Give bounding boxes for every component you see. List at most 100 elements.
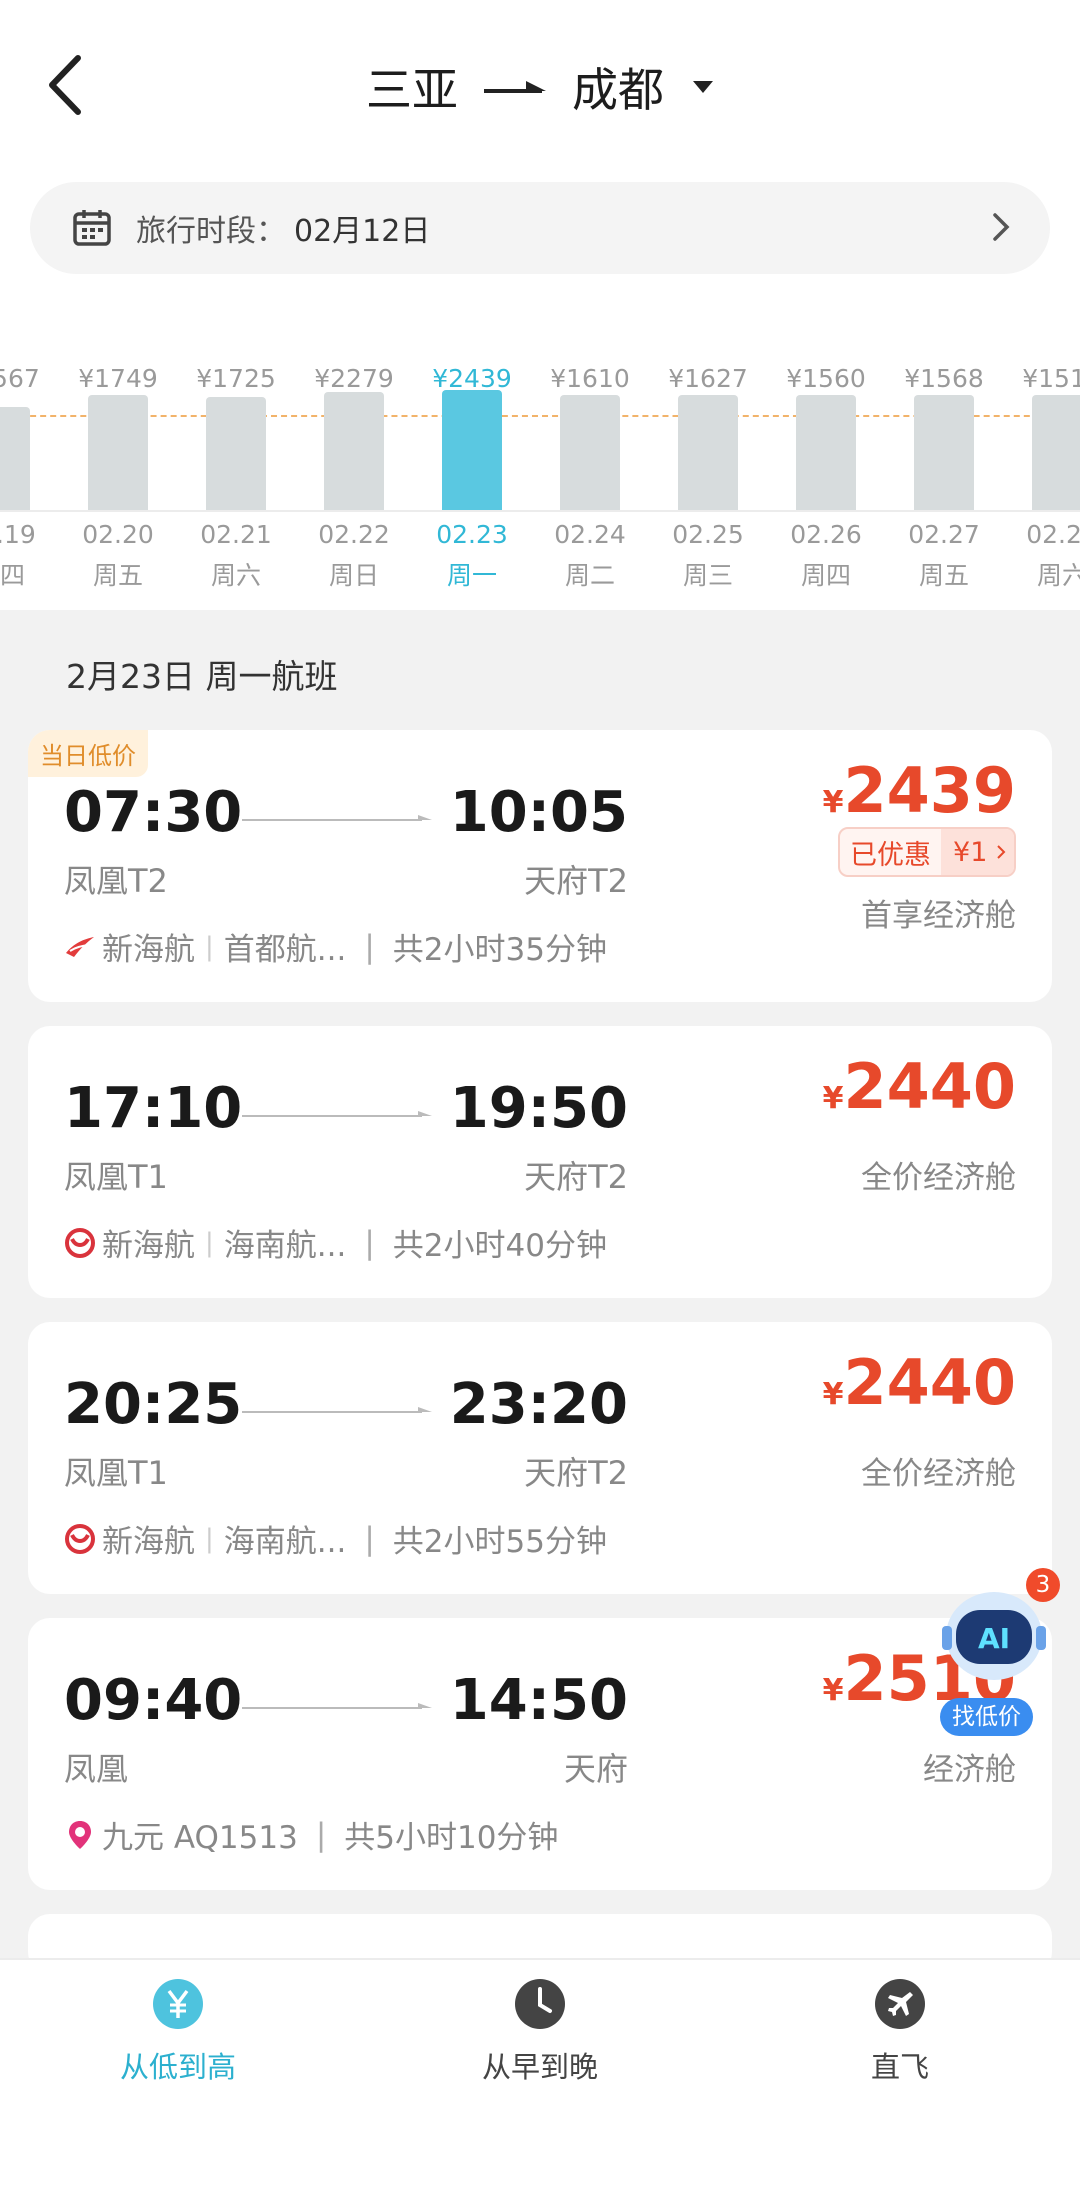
calendar-day-02.24[interactable]: ¥1610 02.24 周二 [530, 350, 650, 610]
tab-sort-price-label: 从低到高 [119, 2050, 236, 2084]
discount-tag[interactable]: 已优惠 ¥1 [838, 827, 1016, 877]
flight-info-row: 新海航 | 首都航... | 共2小时35分钟 [64, 924, 607, 969]
discount-label: 已优惠 [850, 839, 932, 871]
calendar-date: 02.20 [82, 520, 154, 549]
route-title[interactable]: 三亚 成都 [0, 52, 1080, 122]
departure-time: 09:40 [64, 1668, 243, 1733]
calendar-weekday: 周六 [210, 561, 261, 590]
calendar-price: ¥1610 [550, 364, 630, 393]
calendar-icon [73, 210, 111, 246]
calendar-date: 02.27 [908, 520, 980, 549]
codeshare-airline: 海南航... [223, 1228, 347, 1264]
price-calendar: ¥1567 02.19 周四 ¥1749 02.20 周五 ¥1725 02.21 周六 ¥227… [0, 350, 1080, 610]
calendar-day-02.19[interactable]: ¥1567 02.19 周四 [0, 350, 60, 610]
calendar-price-bar [1032, 395, 1080, 510]
section-title: 2月23日 周一航班 [66, 657, 338, 696]
info-divider: | [205, 1523, 214, 1554]
calendar-price-bar [324, 392, 384, 510]
info-divider: | [364, 1224, 375, 1261]
currency-symbol: ¥ [822, 1673, 844, 1708]
calendar-price: ¥1627 [668, 364, 748, 393]
calendar-day-02.26[interactable]: ¥1560 02.26 周四 [766, 350, 886, 610]
calendar-price: ¥1568 [904, 364, 984, 393]
arrival-terminal: 天府 [563, 1750, 628, 1788]
calendar-day-02.21[interactable]: ¥1725 02.21 周六 [176, 350, 296, 610]
calendar-day-02.22[interactable]: ¥2279 02.22 周日 [294, 350, 414, 610]
departure-time: 20:25 [64, 1372, 243, 1437]
calendar-day-02.25[interactable]: ¥1627 02.25 周三 [648, 350, 768, 610]
info-divider: | [205, 931, 214, 962]
currency-symbol: ¥ [822, 1081, 844, 1116]
flight-card[interactable]: 09:40 14:50 凤凰 天府 九元 AQ1513 | 共5小时10分钟 ¥2510 经济舱 [28, 1618, 1052, 1890]
flight-card[interactable]: 17:10 19:50 凤凰T1 天府T2 新海航 | 海南航... | 共2小时40分钟 ¥24… [28, 1026, 1052, 1298]
flight-card[interactable]: 20:25 23:20 凤凰T1 天府T2 新海航 | 海南航... | 共2小时55分钟 ¥24… [28, 1322, 1052, 1594]
calendar-price: ¥1510 [1022, 364, 1080, 393]
flight-card[interactable]: 当日低价 07:30 10:05 凤凰T2 天府T2 新海航 | 首都航... | 共2小时35分… [28, 730, 1052, 1002]
airline-logo-icon [65, 1523, 95, 1554]
calendar-weekday: 周一 [446, 561, 497, 590]
origin-city: 三亚 [366, 63, 458, 117]
airline-name: 新海航 [102, 932, 195, 968]
calendar-weekday: 周三 [682, 561, 733, 590]
cabin-class: 经济舱 [923, 1752, 1016, 1788]
arrival-terminal: 天府T2 [524, 1158, 628, 1196]
calendar-weekday: 周二 [564, 561, 615, 590]
cabin-class: 全价经济舱 [861, 1456, 1016, 1492]
calendar-weekday: 周五 [92, 561, 143, 590]
chevron-right-icon [997, 845, 1006, 859]
calendar-weekday: 周四 [0, 561, 25, 590]
tab-sort-price[interactable]: 从低到高 [78, 1978, 278, 2086]
currency-symbol: ¥ [822, 1377, 844, 1412]
departure-terminal: 凤凰T1 [64, 1158, 168, 1196]
airline-name: 新海航 [102, 1228, 195, 1264]
calendar-date: 02.23 [436, 520, 508, 549]
calendar-price-bar [678, 395, 738, 510]
info-divider: | [315, 1816, 327, 1853]
departure-time: 17:10 [64, 1076, 243, 1141]
calendar-weekday: 周五 [918, 561, 969, 590]
airline-logo-icon [66, 936, 94, 957]
calendar-price-bar [206, 397, 266, 510]
departure-terminal: 凤凰T2 [64, 862, 168, 900]
yen-icon [153, 1979, 203, 2029]
calendar-day-02.28[interactable]: ¥1510 02.28 周六 [1002, 350, 1080, 610]
calendar-date: 02.24 [554, 520, 626, 549]
flight-path-arrow-icon [242, 815, 432, 821]
flight-price: 2440 [843, 1346, 1016, 1419]
arrival-time: 23:20 [449, 1372, 628, 1437]
codeshare-airline: 海南航... [223, 1524, 347, 1560]
tab-direct[interactable]: 直飞 [800, 1978, 1000, 2086]
clock-icon [515, 1979, 565, 2029]
info-divider: | [364, 928, 375, 965]
travel-period-value: 02月12日 [294, 214, 431, 249]
flight-path-arrow-icon [242, 1703, 432, 1709]
departure-time: 07:30 [64, 780, 243, 845]
calendar-price: ¥2279 [314, 364, 394, 393]
plane-icon [875, 1979, 925, 2029]
caret-down-icon[interactable] [692, 79, 714, 95]
calendar-price-bar [914, 395, 974, 510]
calendar-day-02.23[interactable]: ¥2439 02.23 周一 [412, 350, 532, 610]
flight-duration: 共5小时10分钟 [344, 1820, 559, 1856]
calendar-date: 02.26 [790, 520, 862, 549]
cabin-class: 首享经济舱 [861, 898, 1016, 934]
calendar-day-02.20[interactable]: ¥1749 02.20 周五 [58, 350, 178, 610]
flight-duration: 共2小时55分钟 [392, 1524, 607, 1560]
ai-assistant-button[interactable]: AI 3 找低价 [916, 1568, 1064, 1738]
calendar-date: 02.25 [672, 520, 744, 549]
price-box: ¥2440 [823, 1346, 1016, 1419]
calendar-price: ¥1725 [196, 364, 276, 393]
calendar-price-bar [796, 395, 856, 510]
calendar-price: ¥2439 [432, 364, 512, 393]
tab-sort-time[interactable]: 从早到晚 [440, 1978, 640, 2086]
flight-path-arrow-icon [242, 1111, 432, 1117]
flight-info-row: 九元 AQ1513 | 共5小时10分钟 [64, 1812, 558, 1857]
destination-city: 成都 [572, 63, 664, 117]
flight-price: 2439 [843, 754, 1016, 827]
info-divider: | [364, 1520, 375, 1557]
travel-period-bar[interactable]: 旅行时段： 02月12日 [30, 182, 1050, 274]
calendar-day-02.27[interactable]: ¥1568 02.27 周五 [884, 350, 1004, 610]
route-arrow-icon [484, 81, 546, 93]
ai-find-low-price-tag: 找低价 [940, 1698, 1033, 1736]
discount-value: ¥1 [941, 829, 1014, 875]
